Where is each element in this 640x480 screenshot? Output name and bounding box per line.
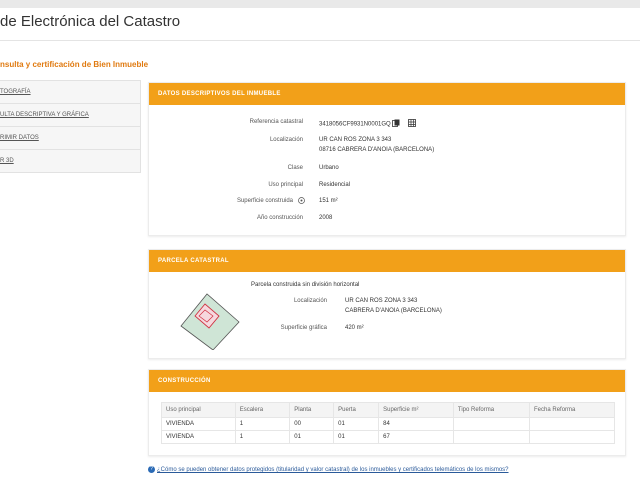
superficie-construida-label: Superficie construida <box>236 198 293 204</box>
help-icon: ? <box>148 466 155 473</box>
parcela-localizacion-value-1: UR CAN ROS ZONA 3 343 <box>345 298 418 304</box>
table-cell: 01 <box>333 430 380 444</box>
column-header: Puerta <box>333 402 380 418</box>
referencia-value: 3418056CF9931N0001GQ <box>319 121 391 128</box>
table-cell: 67 <box>378 430 454 444</box>
superficie-grafica-value: 420 m² <box>345 325 364 331</box>
clase-value: Urbano <box>319 165 339 171</box>
parcela-caption: Parcela construida sin división horizont… <box>251 282 360 288</box>
column-header: Escalera <box>234 402 291 418</box>
table-header-row: Uso principal Escalera Planta Puerta Sup… <box>161 402 615 418</box>
header-divider <box>0 40 640 41</box>
sidebar-item-consulta-descriptiva[interactable]: ULTA DESCRIPTIVA Y GRÁFICA <box>0 104 140 127</box>
referencia-label: Referencia catastral <box>249 119 303 125</box>
copy-icon[interactable] <box>392 119 400 129</box>
superficie-grafica-label: Superficie gráfica <box>280 325 327 331</box>
referencia-value-group: 3418056CF9931N0001GQ <box>319 119 416 129</box>
table-cell: 1 <box>234 430 291 444</box>
table-cell <box>529 417 615 431</box>
page-subtitle: nsulta y certificación de Bien Inmueble <box>0 60 149 69</box>
datos-protegidos-link[interactable]: ? ¿Cómo se pueden obtener datos protegido… <box>148 466 509 473</box>
column-header: Superficie m² <box>378 402 454 418</box>
clase-label: Clase <box>287 165 303 171</box>
ano-construccion-label: Año construcción <box>256 215 303 221</box>
sidebar-menu: TOGRAFÍA ULTA DESCRIPTIVA Y GRÁFICA RIMI… <box>0 80 141 173</box>
parcela-catastral-heading: PARCELA CATASTRAL <box>149 250 625 272</box>
construccion-panel: CONSTRUCCIÓN Uso principal Escalera Plan… <box>148 369 626 456</box>
datos-descriptivos-heading: DATOS DESCRIPTIVOS DEL INMUEBLE <box>149 83 625 105</box>
sidebar-item-ver-3d[interactable]: R 3D <box>0 150 140 172</box>
column-header: Fecha Reforma <box>529 402 615 418</box>
table-cell: 00 <box>289 417 335 431</box>
table-cell <box>452 417 531 431</box>
table-cell <box>452 430 531 444</box>
localizacion-label: Localización <box>269 137 303 143</box>
uso-principal-label: Uso principal <box>268 182 303 188</box>
browser-top-strip <box>0 0 640 8</box>
table-row: VIVIENDA 1 00 01 84 <box>161 417 615 431</box>
table-row: VIVIENDA 1 01 01 67 <box>161 430 615 444</box>
datos-descriptivos-panel: DATOS DESCRIPTIVOS DEL INMUEBLE Referenc… <box>148 82 626 236</box>
construccion-heading: CONSTRUCCIÓN <box>149 370 625 392</box>
datos-protegidos-link-text: ¿Cómo se pueden obtener datos protegidos… <box>157 467 509 474</box>
grid-icon[interactable] <box>408 119 416 129</box>
table-cell: 84 <box>378 417 454 431</box>
sidebar-item-cartografia[interactable]: TOGRAFÍA <box>0 81 140 104</box>
construccion-table: Uso principal Escalera Planta Puerta Sup… <box>161 402 615 444</box>
page-header-title: de Electrónica del Catastro <box>0 13 181 30</box>
ano-construccion-value: 2008 <box>319 215 333 221</box>
table-cell: VIVIENDA <box>161 417 236 431</box>
info-icon[interactable] <box>298 197 305 206</box>
table-cell: 01 <box>289 430 335 444</box>
table-cell: 1 <box>234 417 291 431</box>
column-header: Tipo Reforma <box>452 402 531 418</box>
localizacion-value-1: UR CAN ROS ZONA 3 343 <box>319 137 392 143</box>
column-header: Planta <box>289 402 335 418</box>
uso-principal-value: Residencial <box>319 182 351 188</box>
table-cell: 01 <box>333 417 380 431</box>
table-cell: VIVIENDA <box>161 430 236 444</box>
column-header: Uso principal <box>161 402 236 418</box>
localizacion-value-2: 08716 CABRERA D'ANOIA (BARCELONA) <box>319 147 435 153</box>
superficie-construida-value: 151 m² <box>319 198 338 204</box>
parcel-map-thumbnail[interactable] <box>177 280 241 355</box>
parcela-localizacion-value-2: CABRERA D'ANOIA (BARCELONA) <box>345 308 442 314</box>
parcela-catastral-panel: PARCELA CATASTRAL Parcela construida sin… <box>148 249 626 359</box>
parcela-localizacion-label: Localización <box>293 298 327 304</box>
sidebar-item-imprimir-datos[interactable]: RIMIR DATOS <box>0 127 140 150</box>
table-cell <box>529 430 615 444</box>
